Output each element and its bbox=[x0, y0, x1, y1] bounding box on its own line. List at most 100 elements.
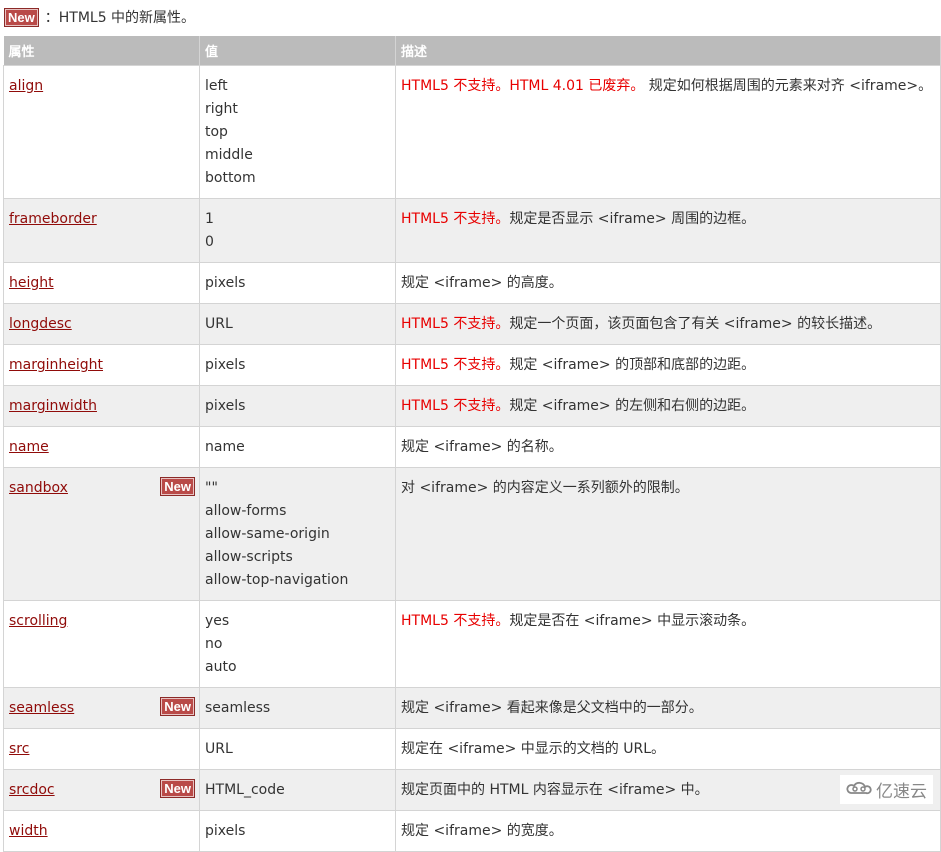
legend-text: ：HTML5 中的新属性。 bbox=[44, 10, 196, 26]
attribute-link-height[interactable]: height bbox=[9, 275, 54, 291]
table-row: longdesc URL HTML5 不支持。规定一个页面，该页面包含了有关 <if… bbox=[3, 303, 941, 345]
description-cell: 对 <iframe> 的内容定义一系列额外的限制。 bbox=[395, 467, 941, 601]
table-row: name name 规定 <iframe> 的名称。 bbox=[3, 426, 941, 468]
attribute-cell: name bbox=[3, 426, 200, 468]
table-row: marginheight pixels HTML5 不支持。规定 <iframe> … bbox=[3, 344, 941, 386]
value-item: pixels bbox=[205, 275, 246, 291]
new-badge: New bbox=[160, 477, 195, 496]
unsupported-warning: HTML5 不支持。 bbox=[401, 398, 510, 414]
attribute-link-seamless[interactable]: seamless bbox=[9, 700, 74, 716]
description-text: 规定是否在 <iframe> 中显示滚动条。 bbox=[509, 613, 756, 629]
description-text: 规定 <iframe> 的宽度。 bbox=[401, 823, 563, 839]
attribute-link-sandbox[interactable]: sandbox bbox=[9, 480, 68, 496]
attribute-cell: src bbox=[3, 728, 200, 770]
description-text: 规定 <iframe> 的高度。 bbox=[401, 275, 563, 291]
value-cell: URL bbox=[199, 728, 396, 770]
value-item: right bbox=[205, 101, 238, 117]
attribute-link-scrolling[interactable]: scrolling bbox=[9, 613, 67, 629]
description-cell: 规定 <iframe> 的名称。 bbox=[395, 426, 941, 468]
unsupported-warning: HTML5 不支持。 bbox=[401, 357, 510, 373]
value-item: no bbox=[205, 636, 223, 652]
unsupported-warning: HTML5 不支持。 bbox=[401, 211, 510, 227]
table-row: height pixels 规定 <iframe> 的高度。 bbox=[3, 262, 941, 304]
table-row: sandbox New "" allow-forms allow-same-origin… bbox=[3, 467, 941, 601]
value-cell: yes no auto bbox=[199, 600, 396, 688]
new-badge: New bbox=[160, 779, 195, 798]
value-item: allow-top-navigation bbox=[205, 572, 349, 588]
table-row: scrolling yes no auto HTML5 不支持。规定是否在 <ifram… bbox=[3, 600, 941, 688]
new-attribute-legend: New ：HTML5 中的新属性。 bbox=[4, 6, 195, 28]
table-row: src URL 规定在 <iframe> 中显示的文档的 URL。 bbox=[3, 728, 941, 770]
attribute-cell: frameborder bbox=[3, 198, 200, 263]
new-badge: New bbox=[160, 697, 195, 716]
value-cell: "" allow-forms allow-same-origin allow-scri… bbox=[199, 467, 396, 601]
description-text: 规定 <iframe> 的名称。 bbox=[401, 439, 563, 455]
value-item: HTML_code bbox=[205, 782, 285, 798]
attribute-link-marginwidth[interactable]: marginwidth bbox=[9, 398, 97, 414]
value-item: left bbox=[205, 78, 228, 94]
attribute-link-width[interactable]: width bbox=[9, 823, 48, 839]
value-item: name bbox=[205, 439, 245, 455]
attribute-link-align[interactable]: align bbox=[9, 78, 43, 94]
table-row: width pixels 规定 <iframe> 的宽度。 bbox=[3, 810, 941, 852]
description-text: 规定是否显示 <iframe> 周围的边框。 bbox=[509, 211, 756, 227]
value-cell: name bbox=[199, 426, 396, 468]
cloud-logo-icon bbox=[846, 778, 876, 801]
header-attribute: 属性 bbox=[3, 36, 200, 66]
value-item: allow-forms bbox=[205, 503, 287, 519]
attribute-link-name[interactable]: name bbox=[9, 439, 49, 455]
value-item: pixels bbox=[205, 823, 246, 839]
description-text: 规定 <iframe> 的左侧和右侧的边距。 bbox=[509, 398, 756, 414]
value-item: URL bbox=[205, 741, 233, 757]
description-cell: HTML5 不支持。规定是否显示 <iframe> 周围的边框。 bbox=[395, 198, 941, 263]
description-text: 规定一个页面，该页面包含了有关 <iframe> 的较长描述。 bbox=[509, 316, 882, 332]
description-cell: HTML5 不支持。规定 <iframe> 的顶部和底部的边距。 bbox=[395, 344, 941, 386]
value-cell: 10 bbox=[199, 198, 396, 263]
value-cell: HTML_code bbox=[199, 769, 396, 811]
attribute-cell: sandbox New bbox=[3, 467, 200, 601]
value-item: allow-same-origin bbox=[205, 526, 330, 542]
description-cell: HTML5 不支持。规定是否在 <iframe> 中显示滚动条。 bbox=[395, 600, 941, 688]
attribute-cell: longdesc bbox=[3, 303, 200, 345]
attribute-link-src[interactable]: src bbox=[9, 741, 29, 757]
attribute-link-srcdoc[interactable]: srcdoc bbox=[9, 782, 55, 798]
value-cell: seamless bbox=[199, 687, 396, 729]
value-item: auto bbox=[205, 659, 237, 675]
description-cell: 规定 <iframe> 看起来像是父文档中的一部分。 bbox=[395, 687, 941, 729]
description-cell: 规定 <iframe> 的宽度。 bbox=[395, 810, 941, 852]
unsupported-warning: HTML5 不支持。HTML 4.01 已废弃。 bbox=[401, 78, 645, 94]
value-item: URL bbox=[205, 316, 233, 332]
unsupported-warning: HTML5 不支持。 bbox=[401, 316, 510, 332]
table-row: srcdoc New HTML_code 规定页面中的 HTML 内容显示在 <ifr… bbox=[3, 769, 941, 811]
value-item: bottom bbox=[205, 170, 256, 186]
description-text: 对 <iframe> 的内容定义一系列额外的限制。 bbox=[401, 480, 689, 496]
value-item: top bbox=[205, 124, 228, 140]
attribute-link-marginheight[interactable]: marginheight bbox=[9, 357, 103, 373]
description-text: 规定页面中的 HTML 内容显示在 <iframe> 中。 bbox=[401, 782, 709, 798]
value-cell: pixels bbox=[199, 262, 396, 304]
value-item: 1 bbox=[205, 211, 214, 227]
header-value: 值 bbox=[199, 36, 396, 66]
unsupported-warning: HTML5 不支持。 bbox=[401, 613, 510, 629]
description-cell: HTML5 不支持。HTML 4.01 已废弃。 规定如何根据周围的元素来对齐 … bbox=[395, 65, 941, 199]
value-item: 0 bbox=[205, 234, 214, 250]
value-cell: pixels bbox=[199, 344, 396, 386]
value-item: pixels bbox=[205, 357, 246, 373]
description-cell: HTML5 不支持。规定一个页面，该页面包含了有关 <iframe> 的较长描述… bbox=[395, 303, 941, 345]
attribute-link-frameborder[interactable]: frameborder bbox=[9, 211, 97, 227]
watermark: 亿速云 bbox=[840, 775, 933, 804]
value-cell: pixels bbox=[199, 810, 396, 852]
attribute-cell: srcdoc New bbox=[3, 769, 200, 811]
attribute-cell: marginheight bbox=[3, 344, 200, 386]
iframe-attributes-table: 属性 值 描述 align left right top middle bottom HTM… bbox=[3, 36, 941, 852]
value-item: yes bbox=[205, 613, 230, 629]
watermark-text: 亿速云 bbox=[876, 782, 927, 802]
value-item: seamless bbox=[205, 700, 271, 716]
value-item: pixels bbox=[205, 398, 246, 414]
description-text: 规定在 <iframe> 中显示的文档的 URL。 bbox=[401, 741, 665, 757]
table-row: marginwidth pixels HTML5 不支持。规定 <iframe> 的… bbox=[3, 385, 941, 427]
attribute-cell: seamless New bbox=[3, 687, 200, 729]
attribute-link-longdesc[interactable]: longdesc bbox=[9, 316, 72, 332]
attribute-cell: width bbox=[3, 810, 200, 852]
table-row: frameborder 1 0 HTML5 不支持。规定是否显示 <iframe> 周… bbox=[3, 198, 941, 263]
